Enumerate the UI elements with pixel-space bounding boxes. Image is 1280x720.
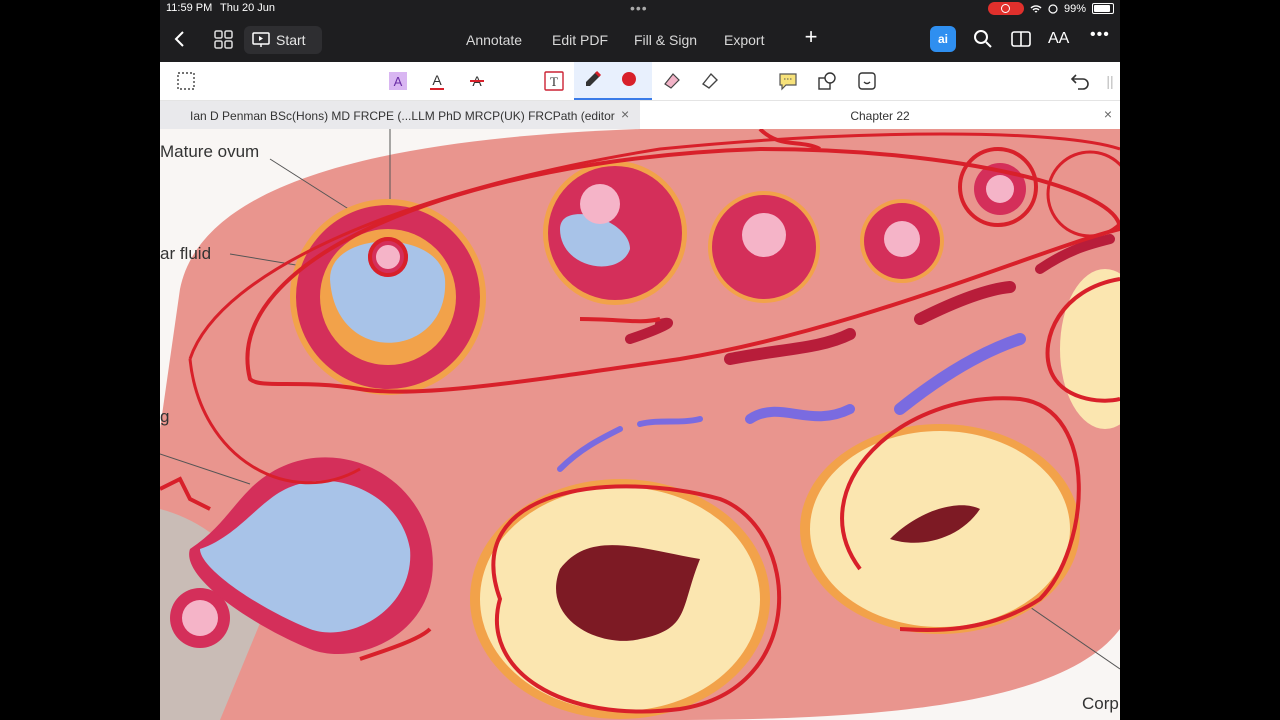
pdf-page-ovary-diagram[interactable]: Mature ovum ar fluid g Corp (160, 129, 1120, 720)
menu-edit-pdf[interactable]: Edit PDF (552, 32, 608, 48)
svg-text:A: A (432, 72, 442, 88)
tab-penman-label: Ian D Penman BSc(Hons) MD FRCPE (...LLM … (190, 109, 615, 123)
document-tabs: Ian D Penman BSc(Hons) MD FRCPE (...LLM … (160, 101, 1120, 129)
svg-text:A: A (394, 74, 403, 89)
multitask-dots-icon[interactable]: ••• (630, 0, 648, 16)
svg-text:T: T (550, 74, 558, 89)
more-options-icon[interactable]: ••• (1090, 26, 1112, 48)
pen-icon[interactable] (582, 68, 604, 95)
label-mature-ovum: Mature ovum (160, 142, 260, 161)
menu-fill-sign[interactable]: Fill & Sign (634, 32, 697, 48)
ipad-screen: 11:59 PM Thu 20 Jun ••• 99% Start Annota… (160, 0, 1120, 720)
tab-chapter-22-label: Chapter 22 (850, 109, 910, 123)
highlight-text-icon[interactable]: A (386, 69, 410, 93)
pen-tool-active[interactable] (574, 62, 652, 100)
start-label: Start (276, 32, 306, 48)
comment-icon[interactable] (776, 69, 800, 93)
lasso-select-icon[interactable] (174, 69, 198, 93)
add-icon[interactable]: + (800, 26, 822, 48)
lock-rotation-icon (1048, 3, 1058, 14)
close-icon[interactable]: × (1104, 106, 1112, 122)
battery-percent: 99% (1063, 2, 1086, 15)
menu-annotate[interactable]: Annotate (466, 32, 522, 48)
sticker-icon[interactable] (855, 69, 879, 93)
status-time: 11:59 PM (166, 2, 213, 14)
font-size-icon[interactable]: AA (1048, 30, 1070, 52)
status-bar: 11:59 PM Thu 20 Jun ••• 99% (160, 0, 1120, 18)
annotation-toolbar: A A A T || (160, 62, 1120, 101)
highlighter-eraser-icon[interactable] (660, 69, 684, 93)
reading-mode-icon[interactable] (1010, 28, 1032, 50)
search-icon[interactable] (972, 28, 994, 50)
underline-text-icon[interactable]: A (425, 69, 449, 93)
strikethrough-text-icon[interactable]: A (465, 69, 489, 93)
eraser-icon[interactable] (698, 69, 722, 93)
tab-penman[interactable]: Ian D Penman BSc(Hons) MD FRCPE (...LLM … (160, 101, 640, 129)
screen-recording-icon (987, 2, 1024, 15)
presentation-icon (252, 32, 270, 47)
ai-assistant-button[interactable]: ai (930, 26, 956, 52)
label-corp: Corp (1082, 694, 1119, 713)
top-navigation: Start Annotate Edit PDF Fill & Sign Expo… (160, 18, 1120, 62)
pen-color-swatch[interactable] (622, 72, 636, 86)
label-fluid: ar fluid (160, 244, 212, 263)
menu-export[interactable]: Export (724, 32, 764, 48)
close-icon[interactable]: × (621, 106, 629, 122)
wifi-icon (1030, 4, 1042, 13)
shapes-icon[interactable] (815, 69, 839, 93)
thumbnails-grid-icon[interactable] (214, 30, 234, 50)
start-presentation-button[interactable]: Start (244, 26, 322, 54)
battery-icon (1092, 3, 1114, 14)
label-left-g: g (160, 407, 170, 426)
tab-chapter-22[interactable]: Chapter 22 × (640, 101, 1120, 129)
undo-icon[interactable] (1068, 69, 1092, 93)
ovary-illustration (160, 129, 1120, 720)
text-box-icon[interactable]: T (542, 69, 566, 93)
toolbar-grip-icon[interactable]: || (1098, 69, 1120, 93)
back-chevron-icon[interactable] (170, 28, 190, 50)
status-date: Thu 20 Jun (220, 2, 276, 14)
